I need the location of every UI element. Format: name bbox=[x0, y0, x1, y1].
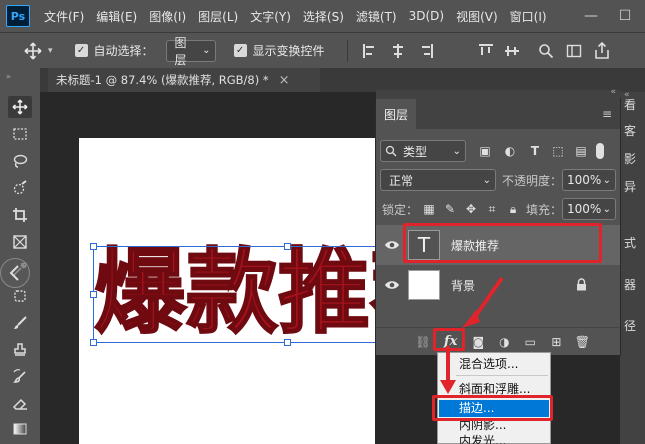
annotation-arrows bbox=[440, 276, 504, 394]
arrow-head bbox=[440, 380, 456, 394]
